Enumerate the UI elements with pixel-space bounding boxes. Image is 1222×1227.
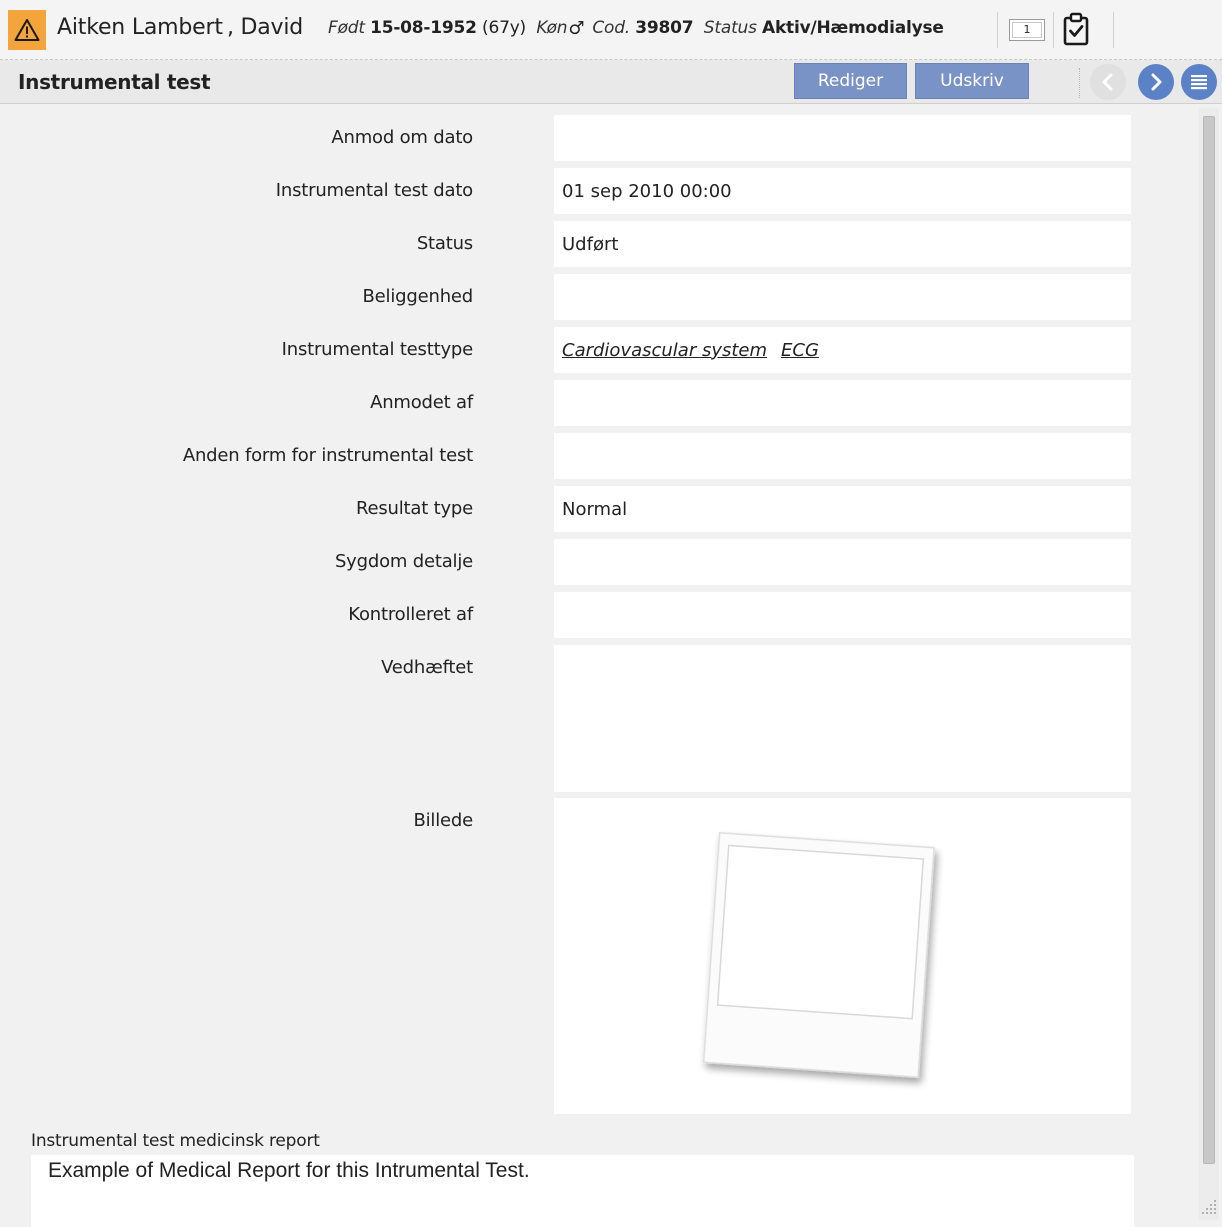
resize-grip-icon[interactable]: [1201, 1196, 1219, 1216]
born-label: Født: [328, 18, 365, 38]
previous-button[interactable]: [1090, 64, 1126, 100]
test-type-field: Cardiovascular system ECG: [554, 327, 1131, 373]
disease-detail-field[interactable]: [554, 539, 1131, 585]
field-label: Sygdom detalje: [334, 551, 473, 572]
field-label: Anmod om dato: [331, 127, 473, 148]
warning-icon[interactable]: [8, 10, 46, 50]
divider: [1113, 12, 1114, 48]
test-date-field[interactable]: 01 sep 2010 00:00: [554, 168, 1131, 214]
birth-date: 15-08-1952: [370, 18, 477, 38]
request-date-field[interactable]: [554, 115, 1131, 161]
gender-label: Køn: [536, 18, 568, 38]
clipboard-check-icon[interactable]: [1062, 12, 1090, 46]
report-label: Instrumental test medicinsk report: [31, 1131, 320, 1151]
field-label: Status: [416, 233, 473, 254]
image-field[interactable]: [554, 798, 1131, 1114]
patient-info: Født 15-08-1952 (67y) Køn♂ Cod. 39807 Sta…: [328, 18, 944, 39]
field-label: Instrumental testtype: [281, 339, 474, 360]
male-icon: ♂: [568, 18, 585, 39]
chevron-right-icon: [1151, 73, 1162, 91]
print-button[interactable]: Udskriv: [915, 63, 1029, 99]
patient-status: Aktiv/Hæmodialyse: [762, 18, 944, 38]
checked-by-field[interactable]: [554, 592, 1131, 638]
scroll-thumb[interactable]: [1203, 116, 1215, 1164]
divider: [1053, 12, 1054, 48]
divider: [1079, 68, 1080, 98]
field-label: Beliggenhed: [362, 286, 474, 307]
patient-code: 39807: [635, 18, 694, 38]
location-field[interactable]: [554, 274, 1131, 320]
field-label: Resultat type: [355, 498, 473, 519]
field-label: Anden form for instrumental test: [182, 445, 473, 466]
field-label: Kontrolleret af: [348, 604, 473, 625]
menu-button[interactable]: [1181, 64, 1217, 100]
patient-header: Aitken Lambert , David Født 15-08-1952 (…: [0, 0, 1222, 60]
other-test-form-field[interactable]: [554, 433, 1131, 479]
next-button[interactable]: [1138, 64, 1174, 100]
status-field[interactable]: Udført: [554, 221, 1131, 267]
requested-by-field[interactable]: [554, 380, 1131, 426]
vertical-scrollbar[interactable]: [1199, 108, 1219, 1220]
patient-age: (67y): [482, 18, 526, 38]
instrumental-test-form: Anmod om dato Instrumental test dato 01 …: [0, 104, 1198, 1227]
field-label: Instrumental test dato: [275, 180, 473, 201]
field-label: Anmodet af: [370, 392, 473, 413]
count-badge[interactable]: 1: [1009, 19, 1045, 41]
divider: [997, 12, 998, 48]
edit-button[interactable]: Rediger: [794, 63, 907, 99]
report-textarea[interactable]: Example of Medical Report for this Intru…: [31, 1155, 1134, 1227]
photo-placeholder-icon: [702, 831, 935, 1078]
field-label: Vedhæftet: [381, 657, 473, 678]
test-type-link[interactable]: Cardiovascular system: [562, 340, 767, 361]
field-label: Billede: [413, 810, 473, 831]
result-type-field[interactable]: Normal: [554, 486, 1131, 532]
list-menu-icon: [1191, 75, 1207, 90]
attachment-field[interactable]: [554, 645, 1131, 792]
page-title: Instrumental test: [18, 70, 211, 94]
patient-name: Aitken Lambert , David: [57, 15, 304, 40]
chevron-left-icon: [1102, 73, 1113, 91]
title-bar: Instrumental test Rediger Udskriv: [0, 60, 1222, 104]
code-label: Cod.: [592, 18, 630, 38]
status-label: Status: [703, 18, 757, 38]
test-type-link[interactable]: ECG: [781, 340, 819, 361]
